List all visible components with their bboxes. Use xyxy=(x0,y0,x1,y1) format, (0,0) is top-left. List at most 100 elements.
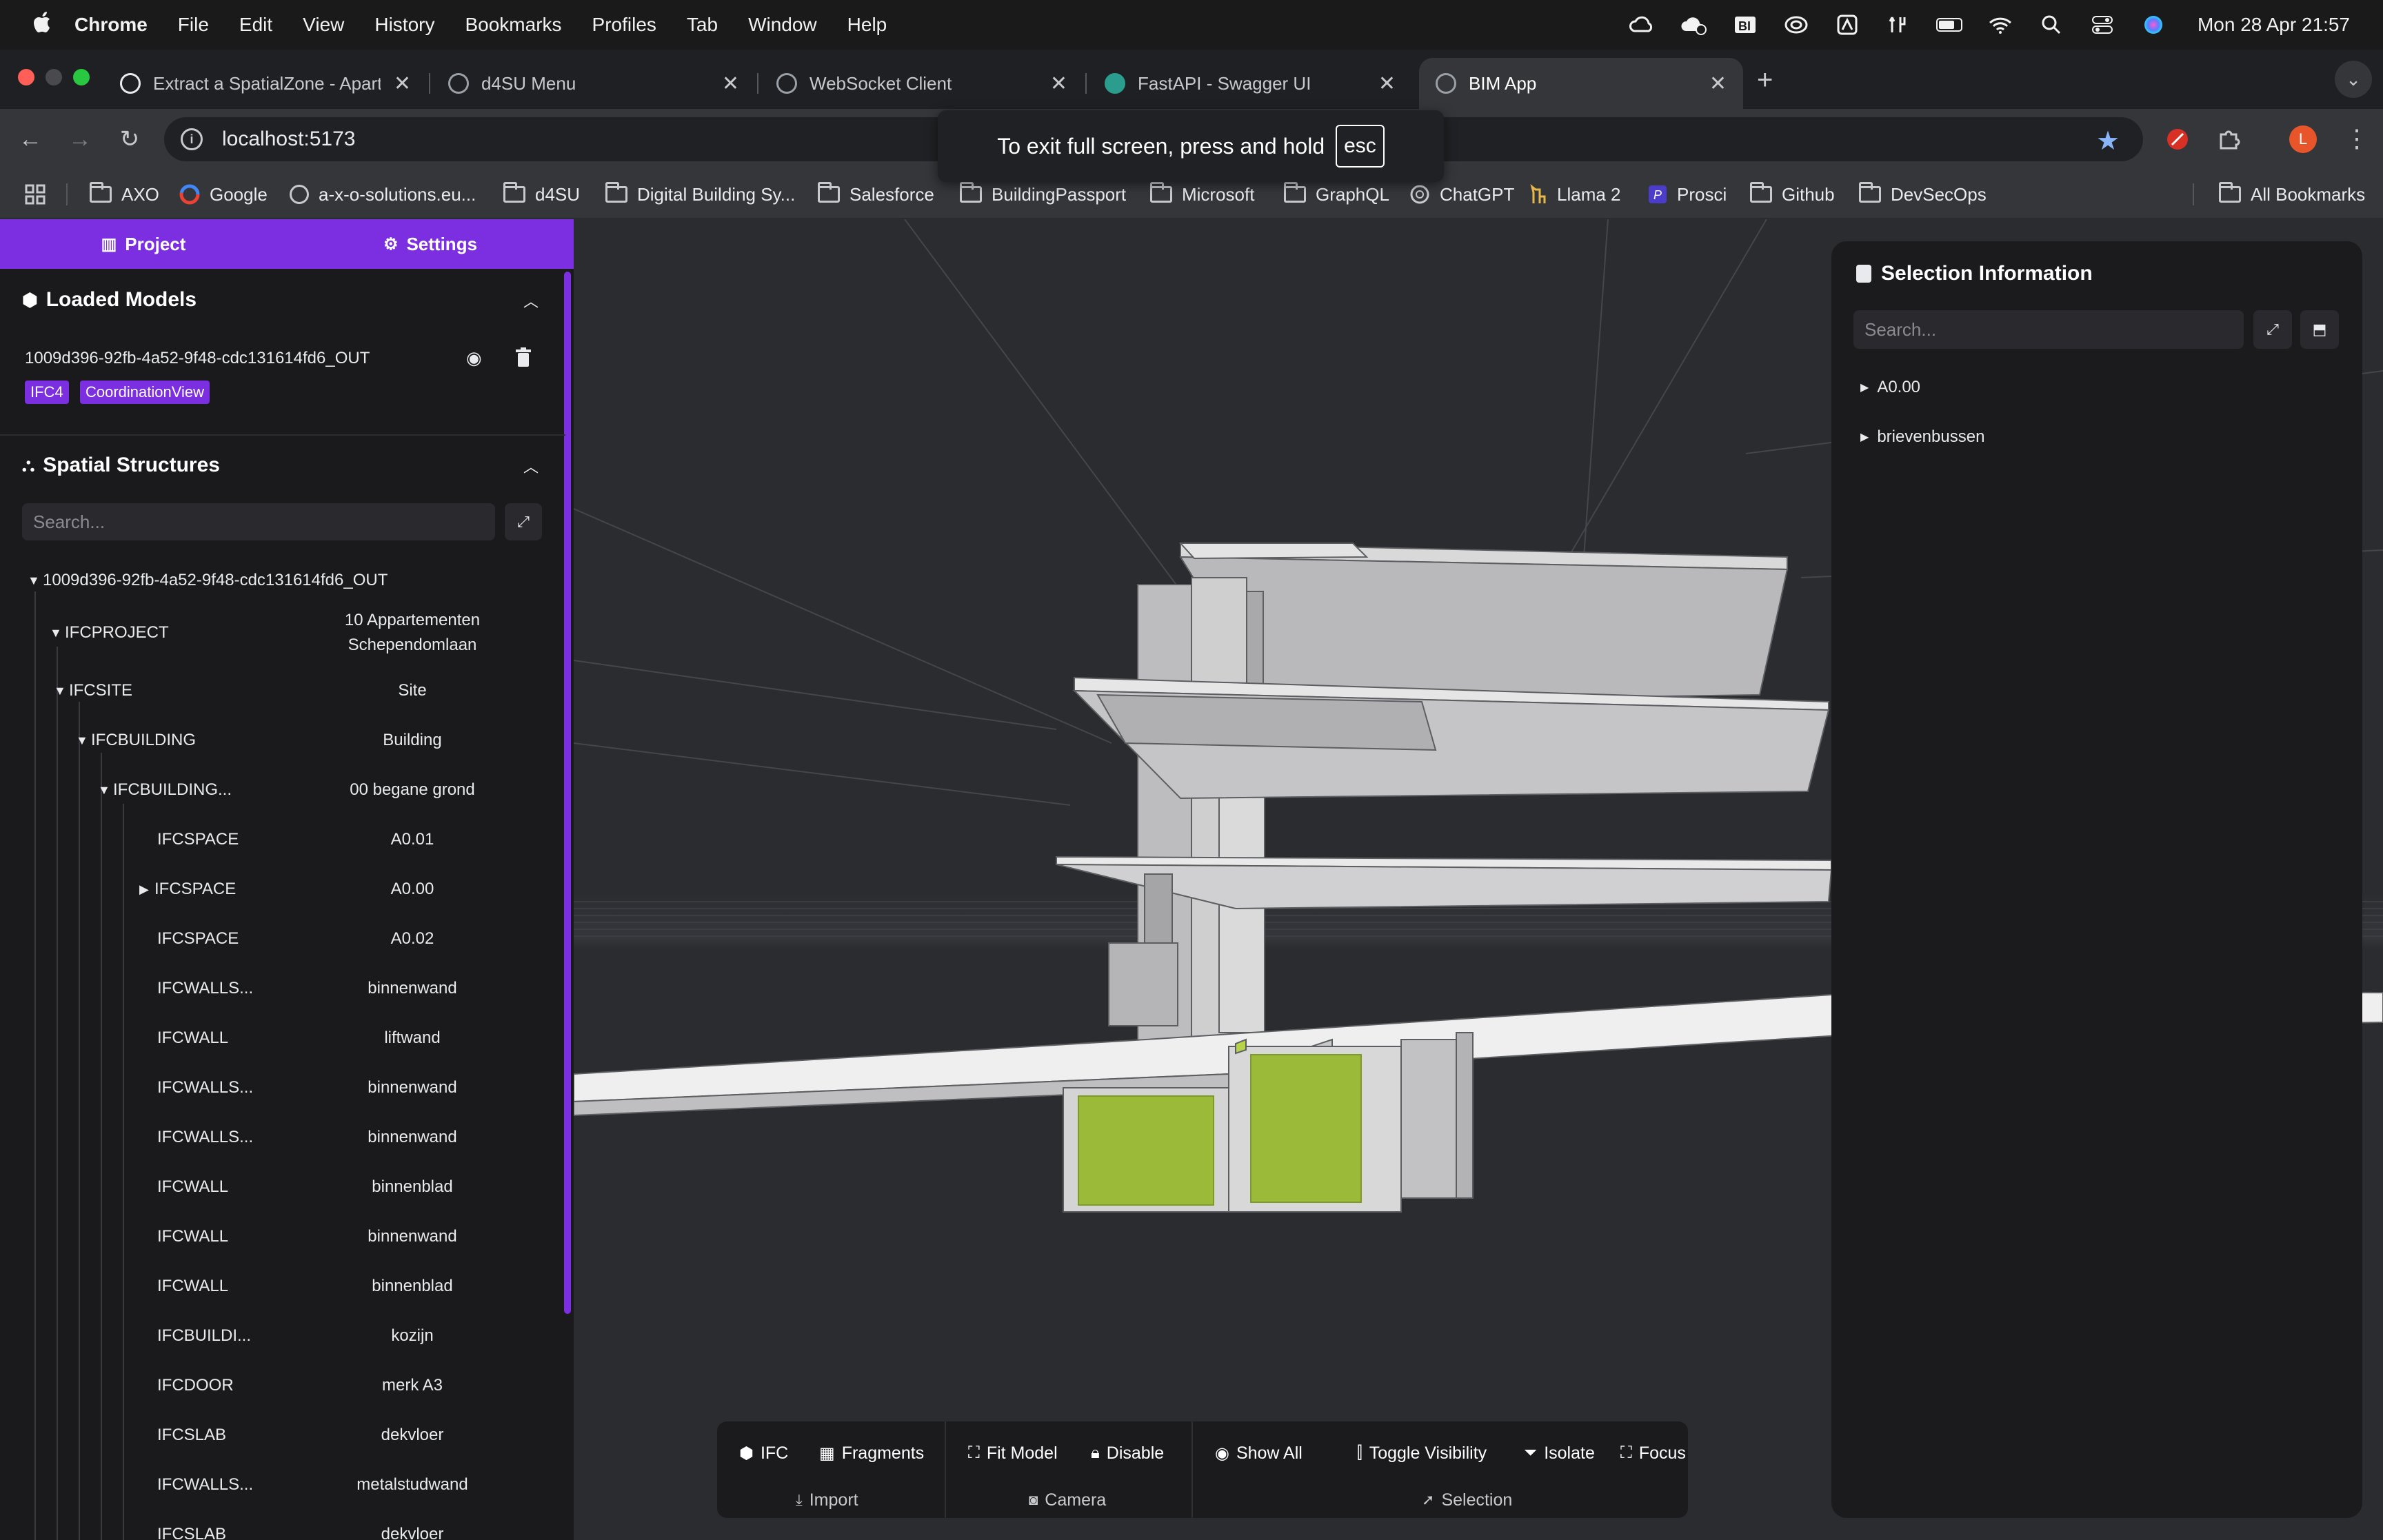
url-text[interactable]: localhost:5173 xyxy=(222,128,355,151)
site-info-icon[interactable]: i xyxy=(181,128,203,150)
bookmark-folder[interactable]: Digital Building Sy... xyxy=(605,170,795,219)
chevron-up-icon[interactable]: ︿ xyxy=(521,291,541,310)
loaded-models-header[interactable]: ⬢ Loaded Models xyxy=(22,288,197,312)
window-fullscreen-button[interactable] xyxy=(73,69,90,85)
bookmark-folder[interactable]: d4SU xyxy=(503,170,580,219)
tree-root-row[interactable]: ▼ 1009d396-92fb-4a52-9f48-cdc131614fd6_OU… xyxy=(0,568,565,593)
show-all-button[interactable]: ◉ Show All xyxy=(1215,1439,1303,1467)
tree-row[interactable]: ▶ IFCSPACE A0.00 xyxy=(0,877,565,902)
menubar-clock[interactable]: Mon 28 Apr 21:57 xyxy=(2198,14,2350,36)
caret-down-icon[interactable]: ▼ xyxy=(50,620,65,645)
menu-file[interactable]: File xyxy=(178,14,209,36)
apple-menu-icon[interactable] xyxy=(28,10,58,39)
import-fragments-button[interactable]: ▦ Fragments xyxy=(819,1439,924,1467)
menu-window[interactable]: Window xyxy=(748,14,817,36)
tab-settings[interactable]: ⚙ Settings xyxy=(287,219,574,269)
tree-row[interactable]: IFCSLAB dekvloer xyxy=(0,1522,565,1540)
forward-arrow-icon[interactable]: → xyxy=(65,124,95,154)
import-ifc-button[interactable]: ⬢ IFC xyxy=(739,1439,788,1467)
bookmark-folder[interactable]: AXO xyxy=(90,170,159,219)
selection-item[interactable]: ▶ A0.00 xyxy=(1860,378,1920,397)
tree-row[interactable]: IFCWALLS... metalstudwand xyxy=(0,1472,565,1497)
export-icon[interactable]: ⬒ xyxy=(2300,310,2339,349)
bookmark-folder[interactable]: Salesforce xyxy=(818,170,934,219)
caret-right-icon[interactable]: ▶ xyxy=(139,877,154,902)
bookmark-folder[interactable]: Github xyxy=(1750,170,1835,219)
tree-row[interactable]: IFCWALL binnenblad xyxy=(0,1175,565,1199)
spatial-structures-header[interactable]: ⛬ Spatial Structures xyxy=(22,454,220,477)
new-tab-button[interactable]: + xyxy=(1757,65,1773,96)
tab-search-chevron-icon[interactable]: ⌄ xyxy=(2335,61,2372,98)
caret-down-icon[interactable]: ▼ xyxy=(54,678,69,703)
caret-down-icon[interactable]: ▼ xyxy=(76,728,91,753)
control-center-icon[interactable] xyxy=(2089,14,2116,36)
eye-icon[interactable]: ◉ xyxy=(466,347,482,369)
caret-down-icon[interactable]: ▼ xyxy=(98,778,113,802)
focus-button[interactable]: ⛶ Focus xyxy=(1620,1439,1686,1467)
cloud-sync-icon[interactable] xyxy=(1629,14,1657,36)
tree-row[interactable]: IFCDOOR merk A3 xyxy=(0,1373,565,1398)
siri-icon[interactable] xyxy=(2140,14,2167,36)
selection-search-input[interactable] xyxy=(1853,310,2244,349)
selection-item[interactable]: ▶ brievenbussen xyxy=(1860,427,1984,447)
browser-tab[interactable]: FastAPI - Swagger UI ✕ xyxy=(1088,58,1412,109)
bookmark-folder[interactable]: DevSecOps xyxy=(1859,170,1987,219)
browser-tab[interactable]: WebSocket Client ✕ xyxy=(760,58,1084,109)
tree-row[interactable]: IFCWALLS... binnenwand xyxy=(0,1075,565,1100)
toggle-visibility-button[interactable]: ⫿ Toggle Visibility xyxy=(1357,1439,1487,1467)
isolate-button[interactable]: ⏷ Isolate xyxy=(1524,1439,1595,1467)
menu-profiles[interactable]: Profiles xyxy=(592,14,656,36)
tab-close-icon[interactable]: ✕ xyxy=(1709,72,1727,96)
tree-row[interactable]: ▼ IFCBUILDING... 00 begane grond xyxy=(0,778,565,802)
window-minimize-button[interactable] xyxy=(46,69,62,85)
browser-tab-active[interactable]: BIM App ✕ xyxy=(1419,58,1743,109)
menu-view[interactable]: View xyxy=(303,14,344,36)
all-bookmarks-button[interactable]: All Bookmarks xyxy=(2219,170,2365,219)
tree-row[interactable]: IFCWALL liftwand xyxy=(0,1026,565,1051)
bookmark-link[interactable]: Google xyxy=(179,170,268,219)
spatial-search-input[interactable] xyxy=(22,503,495,540)
browser-tab[interactable]: d4SU Menu ✕ xyxy=(432,58,756,109)
artstudio-icon[interactable] xyxy=(1833,14,1861,36)
creative-cloud-icon[interactable] xyxy=(1782,14,1810,36)
cloud-error-icon[interactable] xyxy=(1680,14,1708,36)
tree-row[interactable]: IFCSPACE A0.01 xyxy=(0,827,565,852)
bookmark-link[interactable]: a-x-o-solutions.eu... xyxy=(290,170,476,219)
battery-icon[interactable] xyxy=(1935,14,1963,36)
menu-history[interactable]: History xyxy=(374,14,434,36)
extensions-puzzle-icon[interactable] xyxy=(2213,124,2244,154)
reload-icon[interactable]: ↻ xyxy=(114,124,145,154)
expand-icon[interactable]: ⤢ xyxy=(2253,310,2292,349)
menu-help[interactable]: Help xyxy=(847,14,887,36)
spotlight-search-icon[interactable] xyxy=(2038,14,2065,36)
disable-camera-button[interactable]: 🔒︎ Disable xyxy=(1091,1439,1164,1467)
tab-project[interactable]: ▥ Project xyxy=(0,219,287,269)
tree-row[interactable]: IFCWALLS... binnenwand xyxy=(0,1125,565,1150)
menu-tab[interactable]: Tab xyxy=(687,14,718,36)
tools-icon[interactable] xyxy=(1884,14,1912,36)
trash-icon[interactable] xyxy=(514,347,532,368)
tree-row[interactable]: IFCWALL binnenblad xyxy=(0,1274,565,1299)
caret-right-icon[interactable]: ▶ xyxy=(1860,430,1869,444)
fit-model-button[interactable]: ⛶ Fit Model xyxy=(968,1439,1058,1467)
menu-bookmarks[interactable]: Bookmarks xyxy=(465,14,561,36)
tree-row[interactable]: IFCBUILDI... kozijn xyxy=(0,1324,565,1348)
expand-icon[interactable]: ⤢ xyxy=(505,503,542,540)
tab-close-icon[interactable]: ✕ xyxy=(394,72,411,96)
tree-row[interactable]: IFCWALL binnenwand xyxy=(0,1224,565,1249)
chrome-menu-icon[interactable]: ⋮ xyxy=(2344,124,2369,153)
browser-tab[interactable]: Extract a SpatialZone - Apart ✕ xyxy=(103,58,428,109)
tree-row[interactable]: ▼ IFCSITE Site xyxy=(0,678,565,703)
bookmark-link[interactable]: P Prosci xyxy=(1648,170,1727,219)
apps-grid-icon[interactable] xyxy=(25,170,46,219)
tree-row[interactable]: ▼ IFCBUILDING Building xyxy=(0,728,565,753)
tree-row[interactable]: ▼ IFCPROJECT 10 Appartementen Schependoml… xyxy=(0,608,565,658)
chevron-up-icon[interactable]: ︿ xyxy=(521,456,541,476)
caret-down-icon[interactable]: ▼ xyxy=(28,568,43,593)
menu-edit[interactable]: Edit xyxy=(239,14,272,36)
bookmark-star-icon[interactable]: ★ xyxy=(2096,125,2120,156)
window-close-button[interactable] xyxy=(18,69,34,85)
tab-close-icon[interactable]: ✕ xyxy=(722,72,739,96)
tab-close-icon[interactable]: ✕ xyxy=(1050,72,1067,96)
tree-row[interactable]: IFCSPACE A0.02 xyxy=(0,926,565,951)
